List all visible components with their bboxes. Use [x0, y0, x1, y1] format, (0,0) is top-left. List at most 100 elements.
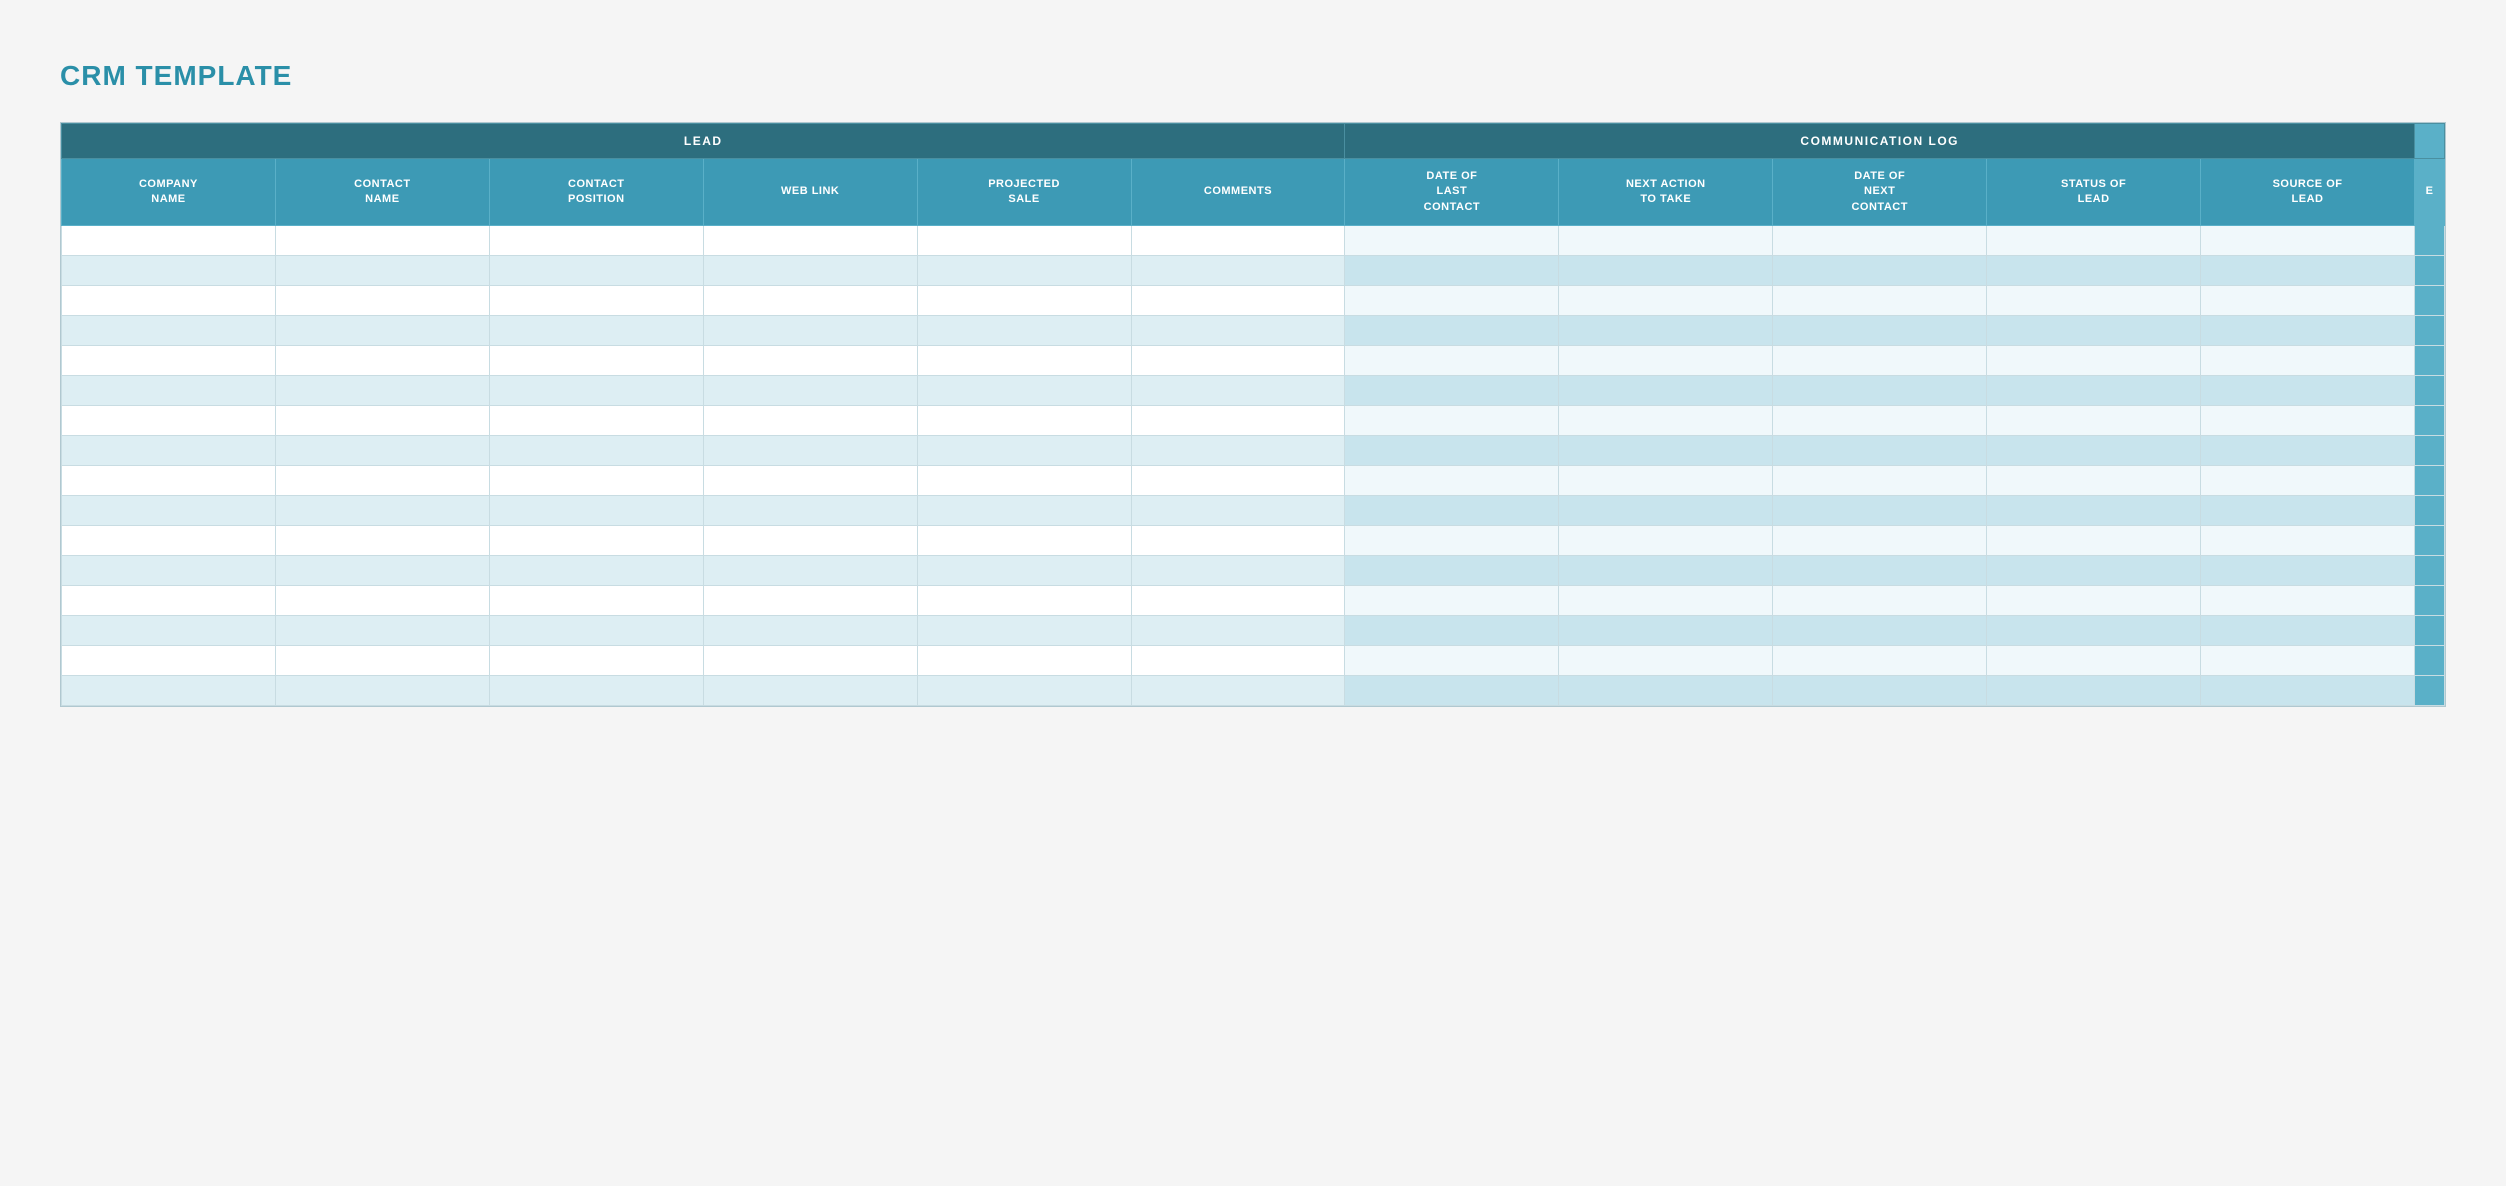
- table-cell[interactable]: [62, 466, 276, 496]
- table-cell[interactable]: [275, 256, 489, 286]
- table-cell[interactable]: [1345, 256, 1559, 286]
- table-cell[interactable]: [917, 286, 1131, 316]
- table-cell[interactable]: [1773, 346, 1987, 376]
- table-cell[interactable]: [275, 586, 489, 616]
- table-cell[interactable]: [489, 226, 703, 256]
- table-cell[interactable]: [917, 646, 1131, 676]
- table-cell[interactable]: [1131, 526, 1345, 556]
- table-cell[interactable]: [1345, 646, 1559, 676]
- table-cell[interactable]: [1559, 286, 1773, 316]
- table-cell[interactable]: [703, 466, 917, 496]
- table-cell[interactable]: [703, 616, 917, 646]
- table-cell[interactable]: [703, 406, 917, 436]
- table-cell[interactable]: [62, 316, 276, 346]
- table-cell[interactable]: [1345, 406, 1559, 436]
- table-cell[interactable]: [62, 226, 276, 256]
- table-cell[interactable]: [2201, 286, 2415, 316]
- table-cell[interactable]: [62, 406, 276, 436]
- table-cell[interactable]: [1773, 556, 1987, 586]
- table-cell[interactable]: [2201, 526, 2415, 556]
- table-cell[interactable]: [2201, 316, 2415, 346]
- table-cell[interactable]: [1773, 436, 1987, 466]
- table-cell[interactable]: [275, 436, 489, 466]
- table-cell[interactable]: [1559, 226, 1773, 256]
- table-cell[interactable]: [1131, 406, 1345, 436]
- table-cell[interactable]: [489, 526, 703, 556]
- table-cell[interactable]: [489, 496, 703, 526]
- table-cell[interactable]: [1773, 226, 1987, 256]
- table-cell[interactable]: [917, 676, 1131, 706]
- table-cell[interactable]: [489, 376, 703, 406]
- table-cell[interactable]: [489, 316, 703, 346]
- table-cell[interactable]: [1131, 556, 1345, 586]
- table-cell[interactable]: [489, 406, 703, 436]
- table-cell[interactable]: [1559, 406, 1773, 436]
- table-cell[interactable]: [1131, 346, 1345, 376]
- table-cell[interactable]: [917, 586, 1131, 616]
- table-cell[interactable]: [1987, 316, 2201, 346]
- table-cell[interactable]: [489, 436, 703, 466]
- table-cell[interactable]: [2201, 376, 2415, 406]
- table-cell[interactable]: [917, 256, 1131, 286]
- table-cell[interactable]: [1987, 586, 2201, 616]
- table-cell[interactable]: [1987, 226, 2201, 256]
- table-cell[interactable]: [917, 466, 1131, 496]
- table-cell[interactable]: [1773, 676, 1987, 706]
- table-cell[interactable]: [62, 526, 276, 556]
- table-cell[interactable]: [703, 256, 917, 286]
- table-cell[interactable]: [703, 496, 917, 526]
- table-cell[interactable]: [275, 526, 489, 556]
- table-cell[interactable]: [1773, 286, 1987, 316]
- table-cell[interactable]: [1559, 646, 1773, 676]
- table-cell[interactable]: [703, 376, 917, 406]
- table-cell[interactable]: [1559, 436, 1773, 466]
- table-cell[interactable]: [62, 646, 276, 676]
- table-cell[interactable]: [489, 466, 703, 496]
- table-cell[interactable]: [2201, 346, 2415, 376]
- table-cell[interactable]: [1773, 526, 1987, 556]
- table-cell[interactable]: [1773, 646, 1987, 676]
- table-cell[interactable]: [1987, 376, 2201, 406]
- table-cell[interactable]: [917, 526, 1131, 556]
- table-cell[interactable]: [489, 286, 703, 316]
- table-cell[interactable]: [1131, 646, 1345, 676]
- table-cell[interactable]: [703, 436, 917, 466]
- table-cell[interactable]: [2201, 556, 2415, 586]
- table-cell[interactable]: [917, 496, 1131, 526]
- table-cell[interactable]: [62, 496, 276, 526]
- table-cell[interactable]: [1131, 586, 1345, 616]
- table-cell[interactable]: [275, 676, 489, 706]
- table-cell[interactable]: [62, 616, 276, 646]
- table-cell[interactable]: [2201, 256, 2415, 286]
- table-cell[interactable]: [917, 436, 1131, 466]
- table-cell[interactable]: [917, 616, 1131, 646]
- table-cell[interactable]: [1131, 466, 1345, 496]
- table-cell[interactable]: [1559, 616, 1773, 646]
- table-cell[interactable]: [703, 586, 917, 616]
- table-cell[interactable]: [1773, 376, 1987, 406]
- table-cell[interactable]: [1559, 376, 1773, 406]
- table-cell[interactable]: [1345, 586, 1559, 616]
- table-cell[interactable]: [1559, 556, 1773, 586]
- table-cell[interactable]: [62, 676, 276, 706]
- table-cell[interactable]: [62, 346, 276, 376]
- table-cell[interactable]: [1559, 586, 1773, 616]
- table-cell[interactable]: [1345, 496, 1559, 526]
- table-cell[interactable]: [1987, 496, 2201, 526]
- table-cell[interactable]: [1773, 496, 1987, 526]
- table-cell[interactable]: [2201, 436, 2415, 466]
- table-cell[interactable]: [1131, 226, 1345, 256]
- table-cell[interactable]: [1987, 286, 2201, 316]
- table-cell[interactable]: [275, 646, 489, 676]
- table-cell[interactable]: [917, 406, 1131, 436]
- table-cell[interactable]: [62, 436, 276, 466]
- table-cell[interactable]: [275, 556, 489, 586]
- table-cell[interactable]: [1773, 316, 1987, 346]
- table-cell[interactable]: [1345, 556, 1559, 586]
- table-cell[interactable]: [917, 346, 1131, 376]
- table-cell[interactable]: [1987, 646, 2201, 676]
- table-cell[interactable]: [703, 676, 917, 706]
- table-cell[interactable]: [1345, 466, 1559, 496]
- table-cell[interactable]: [62, 586, 276, 616]
- table-cell[interactable]: [489, 586, 703, 616]
